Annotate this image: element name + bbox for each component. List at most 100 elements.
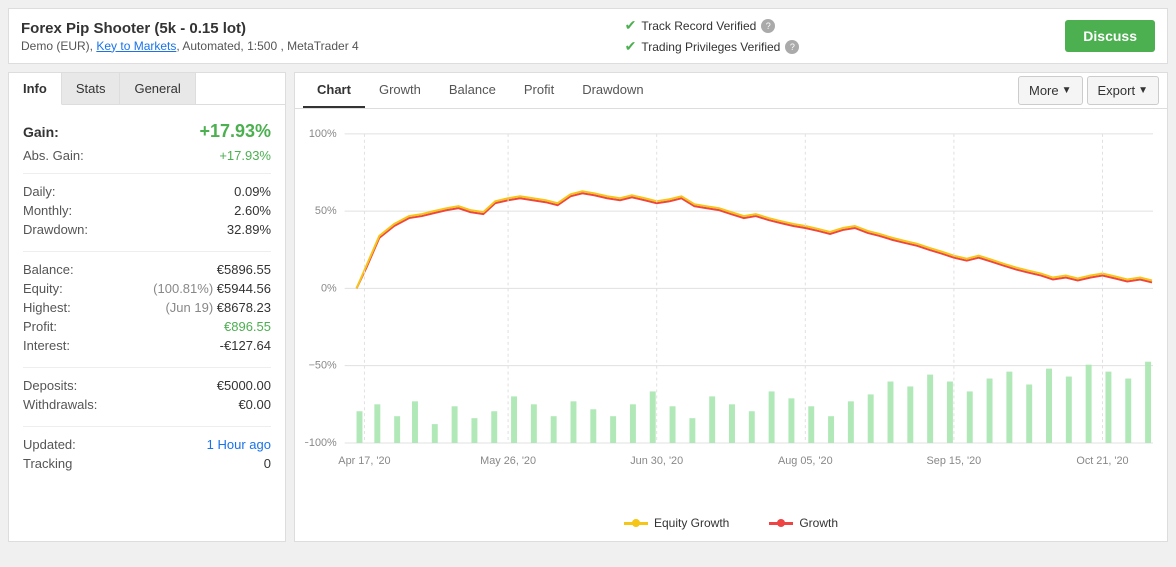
more-button[interactable]: More ▼: [1018, 76, 1083, 105]
deposits-label: Deposits:: [23, 378, 77, 393]
export-button[interactable]: Export ▼: [1087, 76, 1159, 105]
svg-text:−50%: −50%: [309, 360, 337, 372]
monthly-label: Monthly:: [23, 203, 72, 218]
legend-growth-label: Growth: [799, 516, 838, 530]
track-record-label: Track Record Verified: [641, 19, 756, 33]
profit-value: €896.55: [224, 319, 271, 334]
verification-badges: ✔ Track Record Verified ? ✔ Trading Priv…: [625, 17, 800, 55]
svg-text:Sep 15, '20: Sep 15, '20: [927, 455, 982, 467]
tab-chart[interactable]: Chart: [303, 73, 365, 108]
interest-label: Interest:: [23, 338, 70, 353]
tab-profit[interactable]: Profit: [510, 73, 568, 108]
legend-equity-growth-label: Equity Growth: [654, 516, 729, 530]
deposits-row: Deposits: €5000.00: [23, 376, 271, 395]
abs-gain-label: Abs. Gain:: [23, 148, 84, 163]
export-arrow-icon: ▼: [1138, 85, 1148, 96]
right-panel: Chart Growth Balance Profit Drawdown Mor…: [294, 72, 1168, 542]
updated-label: Updated:: [23, 437, 76, 452]
discuss-button[interactable]: Discuss: [1065, 20, 1155, 52]
legend-growth: Growth: [769, 516, 838, 530]
bar-chart: [357, 362, 1152, 443]
tracking-row: Tracking 0: [23, 454, 271, 473]
daily-value: 0.09%: [234, 184, 271, 199]
gain-value: +17.93%: [199, 121, 271, 142]
interest-row: Interest: -€127.64: [23, 336, 271, 355]
gain-row: Gain: +17.93%: [23, 117, 271, 146]
profit-row: Profit: €896.55: [23, 317, 271, 336]
balance-value: €5896.55: [217, 262, 271, 277]
broker-link[interactable]: Key to Markets: [96, 39, 176, 53]
withdrawals-row: Withdrawals: €0.00: [23, 395, 271, 414]
info-icon-2[interactable]: ?: [785, 40, 799, 54]
svg-text:50%: 50%: [315, 205, 337, 217]
balance-row: Balance: €5896.55: [23, 260, 271, 279]
balance-section: Balance: €5896.55 Equity: (100.81%) €594…: [23, 260, 271, 355]
check-icon-2: ✔: [625, 38, 637, 55]
deposits-value: €5000.00: [217, 378, 271, 393]
equity-label: Equity:: [23, 281, 63, 296]
equity-row: Equity: (100.81%) €5944.56: [23, 279, 271, 298]
tracking-label: Tracking: [23, 456, 72, 471]
export-label: Export: [1098, 83, 1136, 98]
svg-text:Jun 30, '20: Jun 30, '20: [630, 455, 683, 467]
check-icon-1: ✔: [625, 17, 637, 34]
daily-row: Daily: 0.09%: [23, 182, 271, 201]
legend-yellow-line: [624, 522, 648, 525]
track-record-badge: ✔ Track Record Verified ?: [625, 17, 800, 34]
svg-text:May 26, '20: May 26, '20: [480, 455, 536, 467]
legend-red-line: [769, 522, 793, 525]
header: Forex Pip Shooter (5k - 0.15 lot) Demo (…: [8, 8, 1168, 64]
account-title: Forex Pip Shooter (5k - 0.15 lot): [21, 20, 359, 37]
abs-gain-row: Abs. Gain: +17.93%: [23, 146, 271, 165]
trading-privileges-label: Trading Privileges Verified: [641, 40, 780, 54]
left-panel: Info Stats General Gain: +17.93% Abs. Ga…: [8, 72, 286, 542]
more-label: More: [1029, 83, 1059, 98]
deposits-section: Deposits: €5000.00 Withdrawals: €0.00: [23, 376, 271, 414]
trading-privileges-badge: ✔ Trading Privileges Verified ?: [625, 38, 800, 55]
withdrawals-value: €0.00: [238, 397, 271, 412]
info-icon-1[interactable]: ?: [761, 19, 775, 33]
chart-svg: 100% 50% 0% −50% −100%: [305, 119, 1157, 505]
highest-row: Highest: (Jun 19) €8678.23: [23, 298, 271, 317]
tab-stats[interactable]: Stats: [62, 73, 121, 104]
svg-text:100%: 100%: [309, 128, 337, 140]
tab-general[interactable]: General: [120, 73, 195, 104]
account-subtitle: Demo (EUR), Key to Markets, Automated, 1…: [21, 39, 359, 53]
svg-text:Oct 21, '20: Oct 21, '20: [1076, 455, 1128, 467]
highest-label: Highest:: [23, 300, 71, 315]
chart-area: 100% 50% 0% −50% −100%: [295, 109, 1167, 541]
svg-text:Aug 05, '20: Aug 05, '20: [778, 455, 833, 467]
profit-label: Profit:: [23, 319, 57, 334]
growth-line: [357, 193, 1153, 288]
interest-value: -€127.64: [220, 338, 271, 353]
withdrawals-label: Withdrawals:: [23, 397, 97, 412]
legend-equity-growth: Equity Growth: [624, 516, 729, 530]
updated-row: Updated: 1 Hour ago: [23, 435, 271, 454]
tab-info[interactable]: Info: [9, 73, 62, 105]
tracking-value: 0: [264, 456, 271, 471]
outer-container: Forex Pip Shooter (5k - 0.15 lot) Demo (…: [0, 0, 1176, 550]
updated-value: 1 Hour ago: [207, 437, 271, 452]
tab-growth[interactable]: Growth: [365, 73, 435, 108]
equity-value: (100.81%) €5944.56: [153, 281, 271, 296]
svg-text:Apr 17, '20: Apr 17, '20: [338, 455, 390, 467]
drawdown-value: 32.89%: [227, 222, 271, 237]
drawdown-row: Drawdown: 32.89%: [23, 220, 271, 239]
gain-label: Gain:: [23, 124, 59, 140]
monthly-value: 2.60%: [234, 203, 271, 218]
more-arrow-icon: ▼: [1062, 85, 1072, 96]
abs-gain-value: +17.93%: [219, 148, 271, 163]
daily-label: Daily:: [23, 184, 56, 199]
tab-balance[interactable]: Balance: [435, 73, 510, 108]
daily-monthly-section: Daily: 0.09% Monthly: 2.60% Drawdown: 32…: [23, 182, 271, 239]
right-tabs: Chart Growth Balance Profit Drawdown Mor…: [295, 73, 1167, 109]
tab-drawdown[interactable]: Drawdown: [568, 73, 657, 108]
left-content: Gain: +17.93% Abs. Gain: +17.93% Daily: …: [9, 105, 285, 497]
drawdown-label: Drawdown:: [23, 222, 88, 237]
svg-text:−100%: −100%: [305, 437, 337, 449]
left-tabs: Info Stats General: [9, 73, 285, 105]
header-left: Forex Pip Shooter (5k - 0.15 lot) Demo (…: [21, 20, 359, 53]
balance-label: Balance:: [23, 262, 74, 277]
svg-text:0%: 0%: [321, 282, 337, 294]
chart-legend: Equity Growth Growth: [305, 508, 1157, 536]
